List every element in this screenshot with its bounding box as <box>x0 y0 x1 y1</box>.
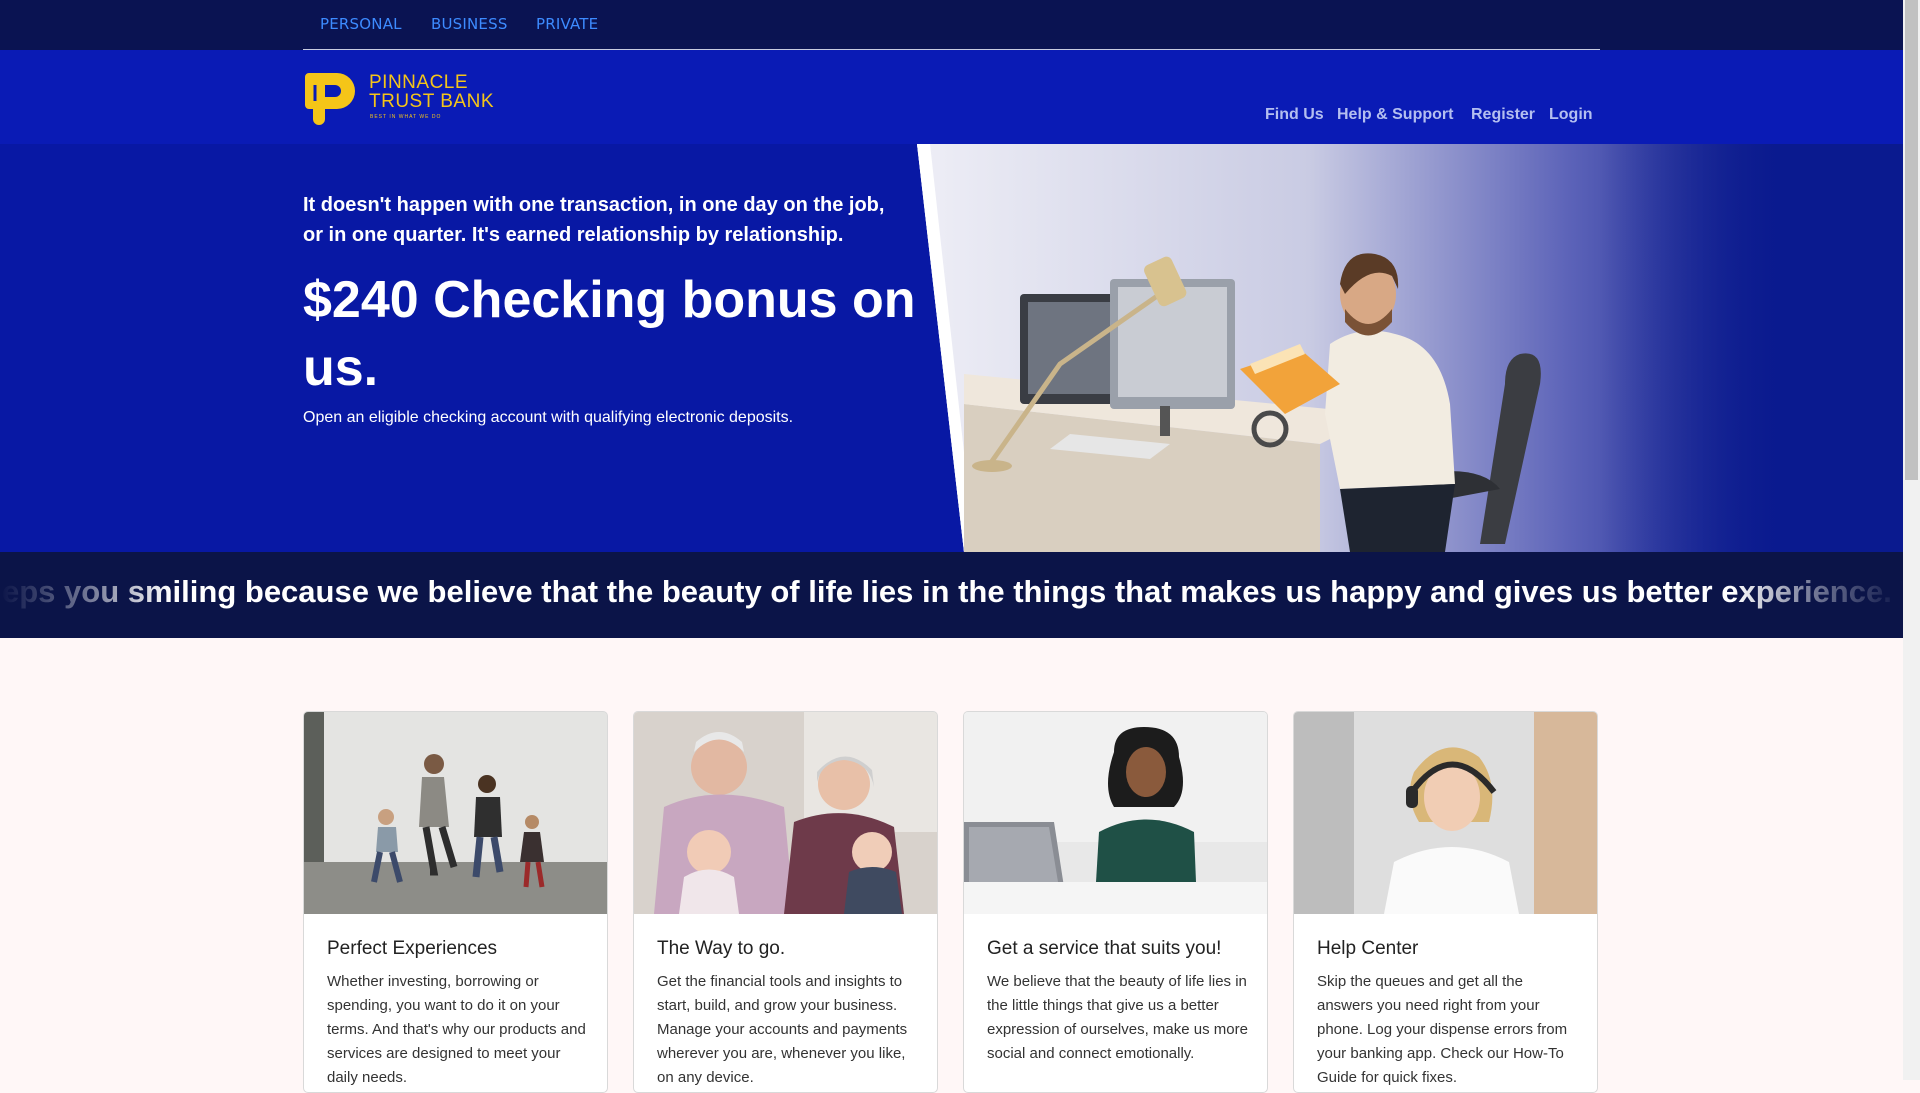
hero-title: $240 Checking bonus on us. <box>303 271 916 397</box>
feature-card-perfect-experiences[interactable]: Perfect Experiences Whether investing, b… <box>303 711 608 1093</box>
brand-logo[interactable]: PINNACLE TRUST BANK BEST IN WHAT WE DO <box>303 69 513 129</box>
feature-card-help-center[interactable]: Help Center Skip the queues and get all … <box>1293 711 1598 1093</box>
vertical-scrollbar[interactable] <box>1903 0 1920 1080</box>
marquee-fade-left <box>0 552 170 638</box>
top-navigation-inner: PERSONAL BUSINESS PRIVATE <box>303 0 1600 50</box>
main-header: PINNACLE TRUST BANK BEST IN WHAT WE DO F… <box>0 50 1903 144</box>
nav-find-us-link[interactable]: Find Us <box>1265 106 1324 124</box>
brand-tagline: BEST IN WHAT WE DO <box>370 114 442 120</box>
grandparents-photo <box>634 712 937 914</box>
brand-name-line1: PINNACLE <box>369 72 469 93</box>
hero-banner: It doesn't happen with one transaction, … <box>0 144 1903 552</box>
brand-name-line2: TRUST BANK <box>369 91 495 112</box>
topnav-business-link[interactable]: BUSINESS <box>431 15 508 33</box>
hero-intro-text: It doesn't happen with one transaction, … <box>303 194 885 246</box>
family-photo <box>304 712 607 914</box>
logo-mark-icon <box>305 73 355 125</box>
topnav-personal-link[interactable]: PERSONAL <box>320 15 402 33</box>
nav-login-link[interactable]: Login <box>1549 106 1593 124</box>
card-body: Whether investing, borrowing or spending… <box>327 973 586 1086</box>
topnav-private-link[interactable]: PRIVATE <box>536 15 598 33</box>
hero-subtitle: Open an eligible checking account with q… <box>303 409 794 426</box>
marquee-text: eps you smiling because we believe that … <box>2 574 1903 609</box>
nav-register-link[interactable]: Register <box>1471 106 1535 124</box>
marquee-fade-right <box>1733 552 1903 638</box>
scrollbar-thumb[interactable] <box>1905 0 1918 480</box>
feature-card-service-suits-you[interactable]: Get a service that suits you! We believe… <box>963 711 1268 1093</box>
card-body: We believe that the beauty of life lies … <box>987 973 1248 1062</box>
feature-card-the-way-to-go[interactable]: The Way to go. Get the financial tools a… <box>633 711 938 1093</box>
card-body: Get the financial tools and insights to … <box>657 973 908 1086</box>
support-agent-photo <box>1294 712 1597 914</box>
nav-help-support-link[interactable]: Help & Support <box>1337 106 1453 124</box>
woman-laptop-photo <box>964 712 1267 914</box>
scrolling-marquee: eps you smiling because we believe that … <box>0 552 1903 638</box>
card-title: Perfect Experiences <box>327 938 498 959</box>
hero-office-illustration <box>917 144 1903 552</box>
card-title: Help Center <box>1317 938 1419 959</box>
card-body: Skip the queues and get all the answers … <box>1317 973 1568 1086</box>
top-navigation-bar: PERSONAL BUSINESS PRIVATE <box>0 0 1903 50</box>
card-title: Get a service that suits you! <box>987 938 1222 959</box>
card-title: The Way to go. <box>657 938 786 959</box>
